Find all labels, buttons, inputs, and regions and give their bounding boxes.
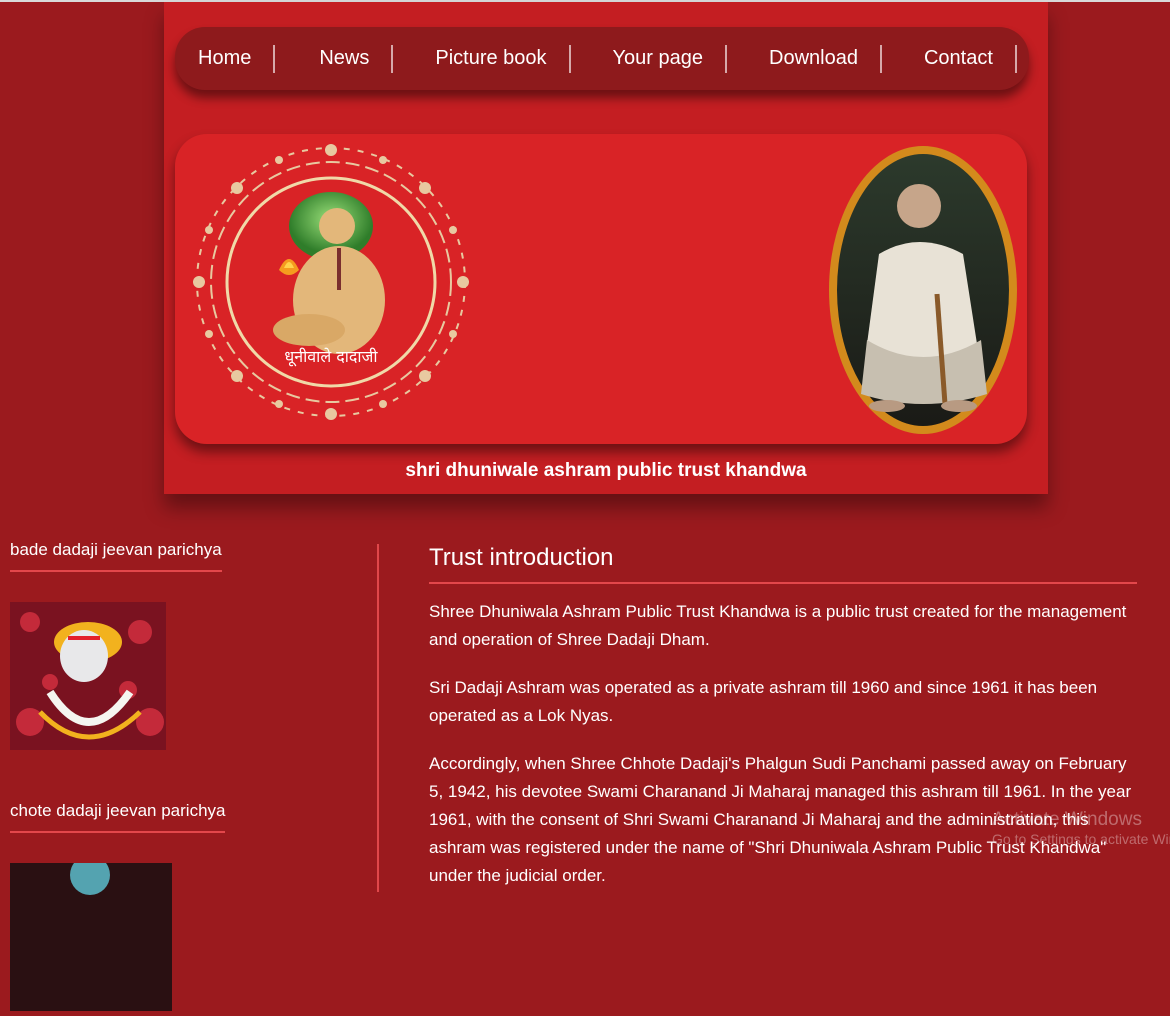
- nav-separator: [1014, 44, 1017, 73]
- nav-separator: [273, 44, 276, 73]
- nav-separator: [879, 44, 882, 73]
- intro-paragraph-2: Sri Dadaji Ashram was operated as a priv…: [429, 678, 1098, 725]
- dadaji-logo-mandala: धूनीवाले दादाजी: [193, 144, 469, 420]
- section-title: Trust introduction: [429, 544, 1137, 584]
- nav-news-label: News: [319, 47, 370, 69]
- sidebar: bade dadaji jeevan parichya chote dadaji…: [10, 540, 340, 1016]
- nav-contact-label: Contact: [923, 47, 993, 69]
- nav-home-label: Home: [198, 47, 252, 69]
- nav-picture-book[interactable]: Picture book: [435, 44, 571, 73]
- nav-download[interactable]: Download: [769, 44, 882, 73]
- logo-caption: धूनीवाले दादाजी: [284, 347, 378, 367]
- header-banner: धूनीवाले दादाजी: [175, 134, 1027, 444]
- nav-news[interactable]: News: [319, 44, 394, 73]
- bade-dadaji-thumbnail[interactable]: [10, 602, 166, 750]
- nav-download-label: Download: [769, 47, 858, 69]
- sidebar-section-bade-dadaji: bade dadaji jeevan parichya: [10, 540, 340, 755]
- sidebar-heading-bade-dadaji[interactable]: bade dadaji jeevan parichya: [10, 540, 222, 572]
- trust-name-heading: shri dhuniwale ashram public trust khand…: [405, 460, 807, 481]
- dadaji-portrait: [829, 146, 1017, 434]
- nav-separator: [725, 44, 728, 73]
- column-divider: [377, 544, 379, 892]
- main-navigation: Home News Picture book Your page Downloa…: [175, 27, 1029, 90]
- nav-separator: [568, 44, 571, 73]
- nav-home[interactable]: Home: [198, 44, 276, 73]
- intro-paragraph-3: Accordingly, when Shree Chhote Dadaji's …: [429, 754, 1132, 885]
- sidebar-heading-chote-dadaji[interactable]: chote dadaji jeevan parichya: [10, 801, 226, 833]
- nav-your-page-label: Your page: [612, 47, 704, 69]
- chote-dadaji-thumbnail[interactable]: [10, 855, 172, 1011]
- nav-separator: [391, 44, 394, 73]
- nav-picture-book-label: Picture book: [435, 47, 547, 69]
- intro-paragraph-1: Shree Dhuniwala Ashram Public Trust Khan…: [429, 602, 1127, 649]
- nav-your-page[interactable]: Your page: [612, 44, 728, 73]
- site-header: Home News Picture book Your page Downloa…: [164, 2, 1048, 494]
- nav-contact[interactable]: Contact: [923, 44, 1017, 73]
- main-content: Trust introduction Shree Dhuniwala Ashra…: [429, 544, 1137, 910]
- sidebar-section-chote-dadaji: chote dadaji jeevan parichya: [10, 801, 340, 1016]
